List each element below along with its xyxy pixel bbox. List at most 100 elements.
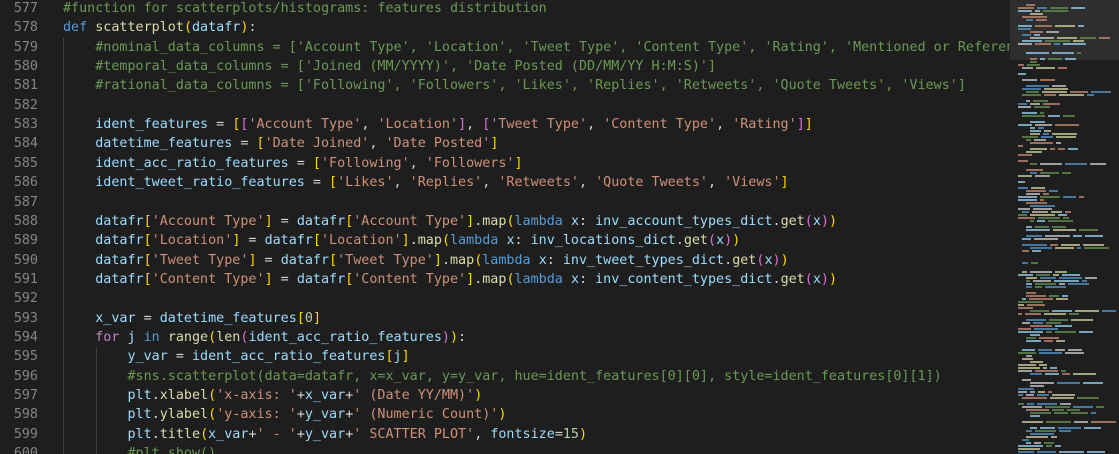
code-token: ident_features — [95, 117, 209, 133]
minimap-line — [1018, 106, 1031, 108]
code-line[interactable]: 597 plt.xlabel('x-axis: '+x_var+' (Date … — [0, 386, 1010, 405]
minimap-line — [1031, 262, 1038, 264]
code-token: datafr — [95, 233, 144, 249]
code-token: 'y-axis: ' — [216, 407, 297, 423]
minimap-line — [1080, 37, 1096, 39]
code-token: [ — [385, 349, 394, 365]
minimap-line — [1087, 94, 1094, 96]
minimap-line — [1022, 262, 1028, 264]
line-number: 582 — [13, 97, 38, 113]
code-token: 'Account Type' — [248, 117, 362, 133]
minimap-line — [1038, 127, 1044, 129]
code-line[interactable]: 591 datafr['Content Type'] = datafr['Con… — [0, 270, 1010, 289]
code-line[interactable]: 596 #sns.scatterplot(data=datafr, x=x_va… — [0, 367, 1010, 386]
code-line[interactable]: 583 ident_features = [['Account Type', '… — [0, 115, 1010, 134]
code-text: def scatterplot(datafr): — [63, 18, 257, 37]
code-token: x_var — [95, 310, 136, 326]
minimap-line — [1045, 373, 1059, 375]
code-token: ( — [506, 213, 515, 229]
minimap-line — [1073, 406, 1093, 408]
code-line[interactable]: 582 — [0, 96, 1010, 115]
code-token: #function for scatterplots/histograms: f… — [63, 1, 547, 16]
code-token: x — [812, 213, 821, 229]
code-line[interactable]: 598 plt.ylabel('y-axis: '+y_var+' (Numer… — [0, 405, 1010, 424]
minimap-line — [1084, 247, 1109, 249]
minimap-line — [1022, 67, 1033, 69]
minimap-line — [1018, 43, 1032, 45]
minimap-line — [1054, 43, 1060, 45]
code-token: datafr — [192, 20, 241, 36]
minimap-line — [1037, 451, 1056, 453]
minimap-line — [1025, 313, 1041, 315]
minimap-line — [1058, 427, 1081, 429]
minimap-line — [1055, 247, 1074, 249]
minimap-line — [1022, 271, 1027, 273]
minimap-line — [1034, 139, 1046, 141]
code-editor[interactable]: 577 #function for scatterplots/histograms… — [0, 0, 1010, 454]
code-text: #sns.scatterplot(data=datafr, x=x_var, y… — [63, 367, 942, 386]
code-text: y_var = ident_acc_ratio_features[j] — [63, 347, 410, 366]
minimap-line — [1018, 313, 1022, 315]
code-line[interactable]: 594 for j in range(len(ident_acc_ratio_f… — [0, 328, 1010, 347]
code-line[interactable]: 578 def scatterplot(datafr): — [0, 18, 1010, 37]
code-line[interactable]: 589 datafr['Location'] = datafr['Locatio… — [0, 231, 1010, 250]
code-line[interactable]: 584 datetime_features = ['Date Joined', … — [0, 134, 1010, 153]
minimap-line — [1034, 238, 1058, 240]
code-token: ident_tweet_ratio_features — [95, 175, 305, 191]
minimap-line — [1026, 226, 1032, 228]
minimap-line — [1039, 364, 1047, 366]
code-token: : — [579, 271, 596, 287]
minimap-line — [1030, 133, 1040, 135]
minimap-line — [1033, 208, 1052, 210]
code-token: j — [393, 349, 402, 365]
code-line[interactable]: 587 — [0, 193, 1010, 212]
code-line[interactable]: 595 y_var = ident_acc_ratio_features[j] — [0, 347, 1010, 366]
minimap-line — [1083, 382, 1103, 384]
code-token: len — [216, 329, 241, 345]
code-token: 'Quote Tweets' — [595, 175, 708, 191]
code-token: . — [151, 426, 160, 442]
code-line[interactable]: 585 ident_acc_ratio_features = ['Followi… — [0, 154, 1010, 173]
minimap-slider[interactable] — [1010, 0, 1119, 60]
minimap[interactable] — [1010, 0, 1119, 454]
code-line[interactable]: 593 x_var = datetime_features[0] — [0, 309, 1010, 328]
minimap-line — [1054, 412, 1068, 414]
code-line[interactable]: 586 ident_tweet_ratio_features = ['Likes… — [0, 173, 1010, 192]
code-line[interactable]: 600 #plt.show() — [0, 444, 1010, 454]
minimap-line — [1065, 58, 1076, 60]
code-line[interactable]: 592 — [0, 289, 1010, 308]
minimap-line — [1077, 247, 1081, 249]
minimap-line — [1018, 331, 1043, 333]
minimap-line — [1051, 211, 1062, 213]
minimap-line — [1049, 319, 1068, 321]
code-token: ] — [514, 155, 523, 171]
minimap-line — [1026, 100, 1030, 102]
minimap-line — [1018, 73, 1026, 75]
code-token: . — [724, 252, 733, 268]
code-token: . — [772, 271, 781, 287]
minimap-line — [1035, 10, 1040, 12]
minimap-line — [1065, 163, 1087, 165]
code-token: ) — [820, 213, 829, 229]
code-line[interactable]: 579 #nominal_data_columns = ['Account Ty… — [0, 38, 1010, 57]
code-line[interactable]: 580 #temporal_data_columns = ['Joined (M… — [0, 57, 1010, 76]
code-line[interactable]: 599 plt.title(x_var+' - '+y_var+' SCATTE… — [0, 425, 1010, 444]
minimap-line — [1055, 325, 1072, 327]
code-token: fontsize — [490, 426, 555, 442]
minimap-line — [1040, 79, 1055, 81]
code-line[interactable]: 577 #function for scatterplots/histograms… — [0, 0, 1010, 18]
minimap-line — [1056, 136, 1076, 138]
minimap-line — [1040, 199, 1044, 201]
code-token: . — [772, 213, 781, 229]
minimap-line — [1054, 280, 1079, 282]
minimap-line — [1052, 133, 1077, 135]
code-line[interactable]: 588 datafr['Account Type'] = datafr['Acc… — [0, 212, 1010, 231]
code-line[interactable]: 581 #rational_data_columns = ['Following… — [0, 76, 1010, 95]
code-line[interactable]: 590 datafr['Tweet Type'] = datafr['Tweet… — [0, 251, 1010, 270]
code-token: [ — [256, 136, 265, 152]
minimap-line — [1018, 181, 1025, 183]
code-token: inv_content_types_dict — [595, 271, 773, 287]
